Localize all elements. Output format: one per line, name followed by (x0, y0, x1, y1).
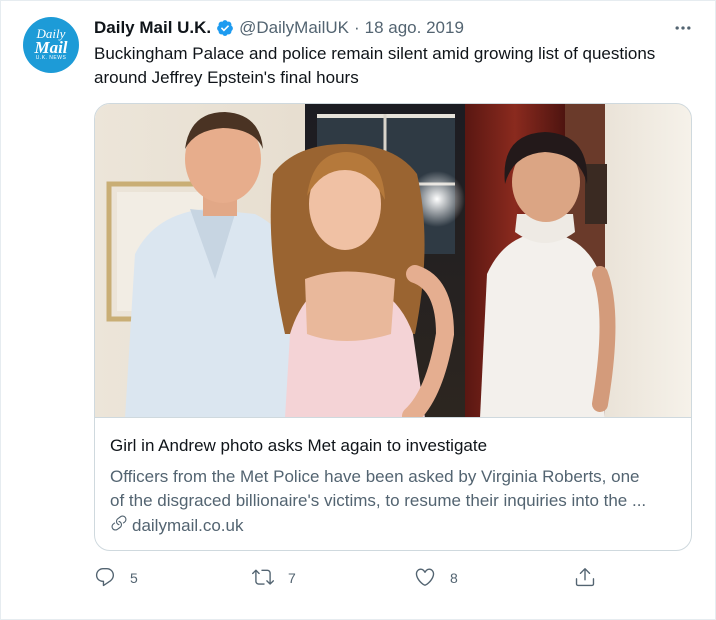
reply-count: 5 (130, 570, 138, 586)
tweet[interactable]: Daily Mail U.K. NEWS Daily Mail U.K. @Da… (0, 0, 716, 620)
link-icon (110, 514, 132, 537)
verified-badge-icon (216, 19, 234, 37)
share-icon (574, 566, 610, 591)
heart-icon (414, 566, 450, 591)
share-button[interactable] (574, 563, 610, 593)
card-domain-text: dailymail.co.uk (132, 515, 244, 535)
avatar-text-line2: Mail (34, 38, 68, 57)
retweet-count: 7 (288, 570, 296, 586)
card-domain[interactable]: dailymail.co.uk (110, 514, 244, 537)
avatar-text-line3: U.K. NEWS (35, 55, 67, 61)
more-icon[interactable] (671, 17, 695, 39)
account-name[interactable]: Daily Mail U.K. (94, 18, 211, 38)
tweet-text-line1: Buckingham Palace and police remain sile… (94, 44, 656, 63)
card-description: Officers from the Met Police have been a… (110, 465, 680, 513)
card-description-line1: Officers from the Met Police have been a… (110, 467, 640, 486)
card-description-line2: of the disgraced billionaire's victims, … (110, 491, 647, 510)
link-card[interactable]: Girl in Andrew photo asks Met again to i… (94, 103, 692, 551)
retweet-icon (252, 566, 288, 591)
separator-dot: · (353, 18, 360, 37)
tweet-text-line2: around Jeffrey Epstein's final hours (94, 68, 359, 87)
avatar[interactable]: Daily Mail U.K. NEWS (23, 17, 79, 73)
tweet-text: Buckingham Palace and police remain sile… (94, 42, 694, 90)
retweet-button[interactable]: 7 (252, 563, 296, 593)
tweet-date[interactable]: 18 ago. 2019 (365, 18, 464, 38)
action-bar: 5 7 8 (94, 563, 614, 593)
card-photo-illustration (95, 104, 691, 417)
card-title[interactable]: Girl in Andrew photo asks Met again to i… (110, 436, 487, 456)
tweet-header: Daily Mail U.K. @DailyMailUK · 18 ago. 2… (94, 17, 695, 39)
account-handle[interactable]: @DailyMailUK (239, 18, 349, 38)
card-image[interactable] (95, 104, 691, 418)
like-button[interactable]: 8 (414, 563, 458, 593)
reply-button[interactable]: 5 (94, 563, 138, 593)
like-count: 8 (450, 570, 458, 586)
reply-icon (94, 566, 130, 591)
